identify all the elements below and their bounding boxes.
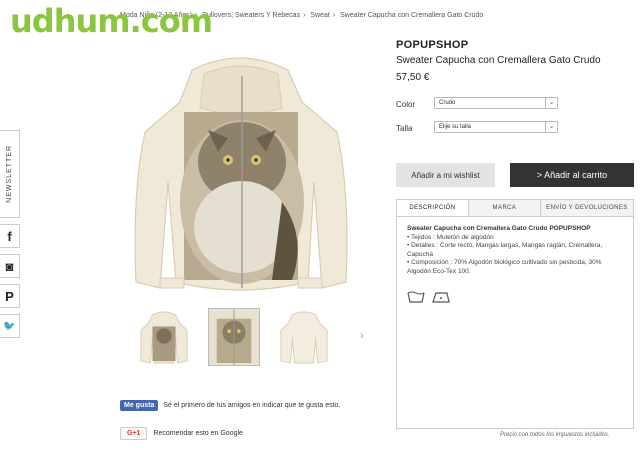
thumbnail-strip xyxy=(138,308,330,366)
google-plus-text: Recomendar esto en Google xyxy=(153,430,243,437)
thumbnail-detail[interactable] xyxy=(208,308,260,366)
description-panel: Sweater Capucha con Cremallera Gato Crud… xyxy=(396,217,634,429)
product-brand[interactable]: POPUPSHOP xyxy=(396,39,468,51)
wash-icon xyxy=(407,291,425,303)
iron-icon xyxy=(432,292,450,303)
product-main-image[interactable] xyxy=(132,52,350,296)
product-price: 57,50 € xyxy=(396,72,430,83)
google-plus-button[interactable]: G+1 xyxy=(120,427,148,440)
chevron-down-icon: ⌄ xyxy=(545,98,557,108)
chevron-right-icon[interactable]: › xyxy=(360,330,364,342)
color-select-value: Crudo xyxy=(439,100,456,106)
facebook-like-button[interactable]: Me gusta xyxy=(120,400,159,411)
facebook-icon[interactable]: f xyxy=(0,224,20,248)
newsletter-label: NEWSLETTER xyxy=(6,145,13,203)
size-select[interactable]: Elije su talla ⌄ xyxy=(434,121,558,133)
facebook-like-text: Sé el primero de tus amigos en indicar q… xyxy=(163,402,341,409)
google-plus-row: G+1 Recomendar esto en Google xyxy=(120,427,243,440)
thumbnail-front[interactable] xyxy=(138,308,190,366)
breadcrumb-item[interactable]: Pullovers, Sweaters Y Rebecas xyxy=(202,12,300,19)
description-title: Sweater Capucha con Cremallera Gato Crud… xyxy=(407,225,591,232)
chevron-down-icon: ⌄ xyxy=(545,122,557,132)
social-rail: NEWSLETTER f ◙ P 🐦 xyxy=(0,130,20,338)
facebook-like-row: Me gusta Sé el primero de tus amigos en … xyxy=(120,400,340,411)
tab-description[interactable]: DESCRIPCIÓN xyxy=(397,200,469,216)
size-label: Talla xyxy=(396,124,413,133)
wishlist-button[interactable]: Añadir a mi wishlist xyxy=(396,163,495,187)
twitter-icon[interactable]: 🐦 xyxy=(0,314,20,338)
product-tabs: DESCRIPCIÓN MARCA ENVÍO Y DEVOLUCIONES xyxy=(396,199,634,217)
watermark-logo: udhum.com xyxy=(10,2,213,40)
care-icons xyxy=(407,290,623,304)
pinterest-icon[interactable]: P xyxy=(0,284,20,308)
description-line: • Composición : 70% Algodón biológico cu… xyxy=(407,259,602,275)
tab-shipping-returns[interactable]: ENVÍO Y DEVOLUCIONES xyxy=(541,200,633,216)
size-select-value: Elije su talla xyxy=(439,124,472,130)
description-line: • Tejidos : Muletón de algodón xyxy=(407,233,494,241)
color-label: Color xyxy=(396,100,416,109)
description-line: • Detalles : Corte recto, Mangas largas,… xyxy=(407,242,603,258)
color-select[interactable]: Crudo ⌄ xyxy=(434,97,558,109)
instagram-icon[interactable]: ◙ xyxy=(0,254,20,278)
newsletter-tab[interactable]: NEWSLETTER xyxy=(0,130,20,218)
add-to-cart-button[interactable]: > Añadir al carrito xyxy=(510,163,634,187)
tab-brand[interactable]: MARCA xyxy=(469,200,541,216)
breadcrumb-item[interactable]: Sweat xyxy=(310,12,329,19)
breadcrumb-current: Sweater Capucha con Cremallera Gato Crud… xyxy=(340,12,484,19)
product-title: Sweater Capucha con Cremallera Gato Crud… xyxy=(396,55,601,66)
tax-note: Precio con todos los impuestos incluidos… xyxy=(500,432,610,438)
thumbnail-back[interactable] xyxy=(278,308,330,366)
